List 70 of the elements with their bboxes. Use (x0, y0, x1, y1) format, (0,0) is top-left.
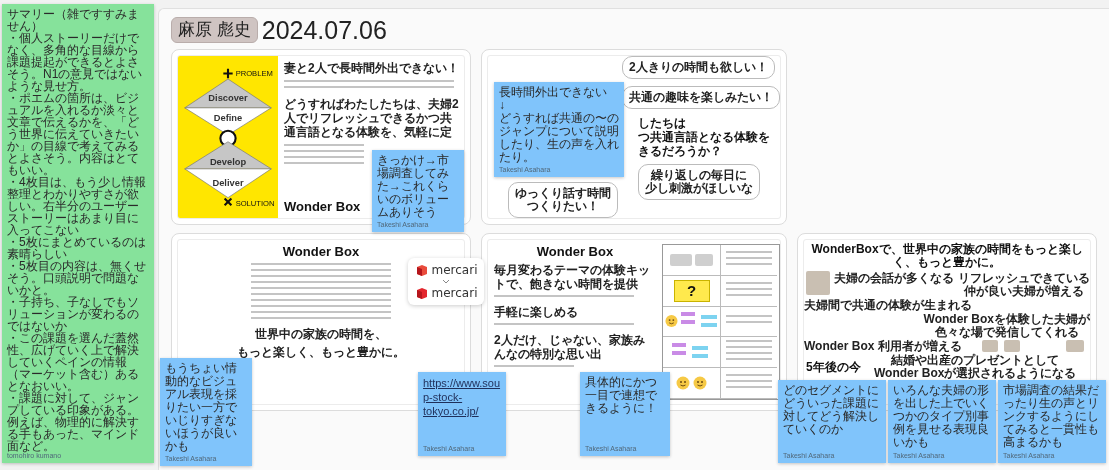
slide-heading: 妻と2人で長時間外出できない！ (284, 61, 459, 75)
note-text: ・ポエムの箇所は、ビジュアルを入れるか淡々と文章で伝えるかを、「どう世界に伝えていきたいか」の目線で考えてみるとよさそう。内容はとてもいい。 (7, 92, 139, 176)
smiley-face-icon (676, 376, 690, 391)
photo-placeholder (1066, 340, 1084, 352)
note-text: サマリー（雑ですすみません） (7, 8, 140, 32)
slide-title: WonderBoxで、世界中の家族の時間をもっと楽しく、もっと豊かに。 (810, 243, 1084, 269)
bubble-text: 2人きりの時間も欲しい！ (629, 61, 768, 74)
cycle-step: 夫婦の会話が多くなる (834, 272, 954, 285)
note-text: ・4枚目は、もう少し情報整理とわかりやすさが欲しい。右半分のユーザーストーリーはあまり目に入ってこない (7, 176, 147, 236)
note-text: どのセグメントにどういった課題に対してどう解決していくのか (783, 384, 880, 436)
slide-subheading: 5年後の今 (806, 359, 861, 376)
cycle-step: 夫婦間で共通の体験が生まれる (804, 299, 972, 312)
photo-placeholder (670, 253, 692, 266)
bubble-text: つくりたい！ (527, 200, 599, 213)
slide-title: Wonder Box (282, 244, 360, 259)
link[interactable]: https://www.soup-stock-tokyo.co.jp/ (423, 376, 502, 418)
note-text: もうちょい情動的なビジュアル表現を採りたい一方でいじりすぎないほうが良いかも (165, 362, 238, 453)
slide-question: したちは (638, 116, 686, 130)
slide-title: Wonder Box (536, 244, 614, 259)
note-text: きっかけ→市場調査してみた→これくらいのボリュームありそう (377, 154, 450, 219)
date-title: 2024.07.06 (261, 15, 387, 45)
feature-heading: 毎月変わるテーマの体験キットで、飽きない時間を提供 (494, 263, 651, 291)
stage-label: Deliver (212, 177, 244, 188)
logo-text: mercari (431, 263, 478, 277)
cycle-step: Wonder Box 利用者が増える (804, 340, 962, 353)
slide-question: どうすればわたしたちは、夫婦2人でリフレッシュできるかつ共通言語となる体験を、気軽に定 (284, 97, 460, 139)
stage-label: Define (213, 112, 243, 123)
note-text: ・課題に対して、ジャンプしている印象がある。例えば、物理的に解決する手もあった、マインド面など。 (7, 392, 140, 452)
stage-label: Discover (208, 92, 248, 103)
box-icon (414, 263, 429, 277)
note-text: ・5枚にまとめているのは素晴らしい (7, 236, 147, 260)
bubble-text: 共通の趣味を楽しみたい！ (629, 91, 773, 104)
slide-tagline: もっと楽しく、もっと豊かに。 (237, 345, 405, 359)
feature-heading: 2人だけ、じゃない、家族みんなの特別な思い出 (494, 333, 646, 361)
smiley-face-icon (665, 314, 678, 329)
photo-placeholder (806, 271, 830, 295)
mystery-box: ? (673, 279, 710, 302)
stage-label: Develop (209, 156, 247, 167)
stage-label: PROBLEM (235, 69, 273, 78)
smiley-face-icon (693, 376, 707, 391)
cycle-step: 色々な場で発信してくれる (934, 326, 1079, 339)
note-text: ・子持ち、子なしでもソリューションが変わるのではないか (7, 296, 140, 332)
cycle-step: 結婚や出産のプレゼントとして (891, 354, 1060, 367)
bubble-text: ゆっくり話す時間 (515, 187, 611, 200)
slide-question: つ共通言語となる体験を (638, 130, 770, 144)
chevron-down-icon (442, 279, 450, 284)
brand-title: Wonder Box (284, 199, 361, 214)
box-icon (414, 286, 429, 300)
stage-label: SOLUTION (235, 198, 275, 208)
note-text: 市場調査の結果だったり生の声とリンクするようにしてみると一貫性も高まるかも (1003, 384, 1100, 449)
cycle-step: Wonder Boxを体験した夫婦が (923, 313, 1090, 326)
note-text: 具体的にかつ一目で連想できるように！ (585, 376, 658, 415)
slide-tagline: 世界中の家族の時間を、 (255, 327, 387, 341)
note-text: ・この課題を選んだ蓋然性、広げていく上で解決していくペインの情報（マーケット含む）あるとなおいい。 (7, 332, 140, 392)
note-text: ・個人ストーリーだけでなく、多角的な目線から課題提起ができるとよさそう。N1の意見ではないような見せ方。 (7, 32, 144, 92)
cycle-step: Wonder Boxが選択されるようになる (874, 367, 1077, 380)
name-tag: 麻原 彪史 (171, 17, 258, 43)
photo-placeholder (982, 340, 998, 352)
slide-question: きるだろうか？ (638, 144, 722, 158)
cycle-step: 仲が良い夫婦が増える (964, 285, 1084, 298)
photo-placeholder (695, 253, 713, 266)
feature-heading: 手軽に楽しめる (494, 305, 578, 319)
logo-text: mercari (431, 286, 478, 300)
note-text: 長時間外出できない ↓ どうすれば共通の〜のジャンプについて説明したり、生の声を入れたり。 (499, 86, 620, 164)
cycle-step: リフレッシュできている (958, 272, 1090, 285)
note-text: いろんな夫婦の形を出した上でいくつかのタイプ別事例を見せる表現良いかも (893, 384, 990, 449)
bubble-text: 繰り返しの毎日に (651, 169, 747, 182)
bubble-text: 少し刺激がほしいな (645, 182, 753, 195)
photo-placeholder (1004, 340, 1020, 352)
note-text: ・5枚目の内容は、無くせそう。口頭説明で問題ないかと。 (7, 260, 147, 296)
